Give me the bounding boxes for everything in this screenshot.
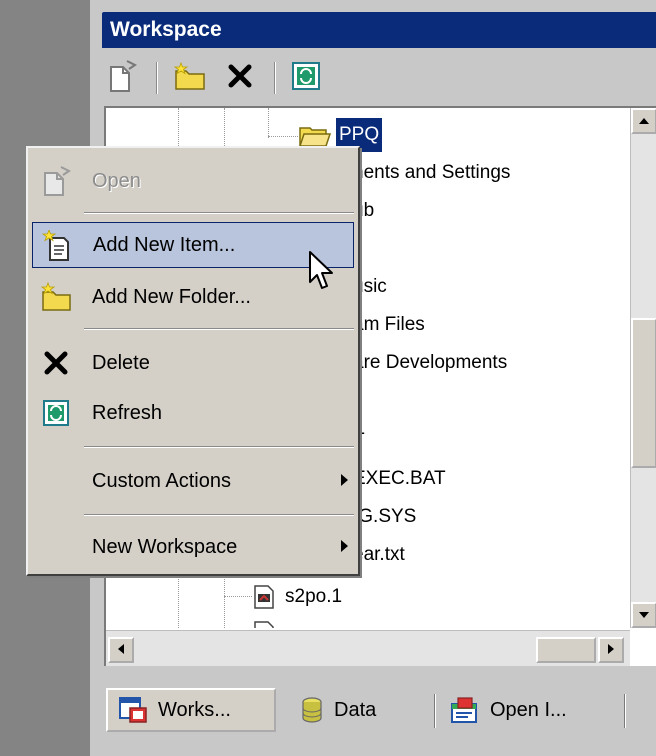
menu-item-add-new-folder[interactable]: Add New Folder... (32, 274, 354, 320)
menu-item-new-workspace[interactable]: New Workspace (32, 524, 354, 570)
scroll-left-button[interactable] (108, 637, 134, 663)
menu-item-label: New Workspace (92, 535, 238, 558)
tree-item-label: am Files (353, 314, 425, 335)
menu-item-delete[interactable]: Delete (32, 340, 354, 386)
file-icon (252, 620, 276, 628)
tab-label: Data (334, 698, 377, 721)
menu-item-custom-actions[interactable]: Custom Actions (32, 458, 354, 504)
tree-guide-line (268, 136, 298, 137)
delete-x-icon (40, 347, 72, 379)
tree-item-s2po[interactable]: s2po.1 (252, 580, 345, 614)
menu-separator (84, 514, 354, 516)
tree-guide-line (268, 108, 269, 138)
toolbar-refresh-button[interactable] (286, 58, 326, 98)
submenu-arrow-icon (341, 474, 348, 486)
menu-item-label: Custom Actions (92, 469, 231, 492)
tree-item-label: EXEC.BAT (353, 468, 446, 489)
toolbar-separator (156, 62, 158, 94)
menu-item-open[interactable]: Open (32, 158, 354, 204)
tab-separator (434, 694, 436, 728)
tab-label: Open I... (490, 698, 567, 721)
refresh-icon (291, 61, 321, 96)
toolbar-new-folder-button[interactable] (170, 58, 210, 98)
menu-item-label: Refresh (92, 401, 163, 424)
context-menu: Open Add New Item... Add New Folder... D… (26, 146, 360, 576)
tree-item[interactable]: are Developments (350, 346, 510, 380)
toolbar (102, 52, 656, 102)
delete-x-icon (227, 63, 253, 94)
tree-item-label: s2po.1 (285, 586, 343, 607)
new-folder-icon (173, 61, 207, 96)
menu-separator (84, 446, 354, 448)
right-arrow-icon (607, 643, 615, 658)
open-items-icon (450, 696, 480, 724)
open-folder-icon (298, 122, 332, 148)
menu-separator (84, 212, 354, 214)
menu-item-label: Add New Item... (93, 233, 236, 256)
toolbar-open-button[interactable] (102, 58, 142, 98)
mouse-cursor-icon (308, 250, 336, 297)
horizontal-scrollbar[interactable] (106, 630, 630, 666)
scroll-right-button[interactable] (598, 637, 624, 663)
tree-item-label: hents and Settings (353, 162, 511, 183)
menu-separator (84, 328, 354, 330)
tab-workspace[interactable]: Works... (106, 688, 276, 732)
vertical-scrollbar[interactable] (630, 108, 656, 628)
tree-item[interactable]: EXEC.BAT (350, 462, 449, 496)
database-icon (300, 696, 324, 724)
menu-item-add-new-item[interactable]: Add New Item... (32, 222, 354, 268)
menu-item-refresh[interactable]: Refresh (32, 390, 354, 436)
scroll-thumb[interactable] (536, 637, 596, 663)
file-icon (252, 584, 276, 610)
toolbar-separator (274, 62, 276, 94)
left-arrow-icon (117, 643, 125, 658)
panel-tabs: Works... Data Open I... (104, 680, 656, 740)
tree-item[interactable]: hents and Settings (350, 156, 513, 190)
panel-title: Workspace (102, 12, 656, 48)
tree-item[interactable]: am Files (350, 308, 428, 342)
tab-data[interactable]: Data (290, 688, 430, 732)
up-arrow-icon (638, 114, 650, 128)
tree-item-label: IG.SYS (353, 506, 417, 527)
menu-item-label: Open (92, 169, 141, 192)
scroll-thumb[interactable] (631, 318, 656, 468)
scroll-up-button[interactable] (631, 108, 656, 134)
menu-item-label: Delete (92, 351, 150, 374)
down-arrow-icon (638, 608, 650, 622)
menu-item-label: Add New Folder... (92, 285, 251, 308)
scroll-down-button[interactable] (631, 602, 656, 628)
tab-open-items[interactable]: Open I... (440, 688, 620, 732)
tree-item-label: are Developments (353, 352, 508, 373)
new-item-icon (41, 230, 73, 262)
open-document-icon (107, 59, 137, 98)
toolbar-delete-button[interactable] (220, 58, 260, 98)
submenu-arrow-icon (341, 540, 348, 552)
workspace-icon (118, 696, 148, 724)
tree-guide-line (224, 596, 252, 597)
tab-label: Works... (158, 698, 231, 721)
refresh-icon (40, 397, 72, 429)
tab-separator (624, 694, 626, 728)
new-folder-icon (40, 281, 72, 313)
tree-item[interactable]: IG.SYS (350, 500, 419, 534)
open-document-icon (40, 165, 72, 197)
